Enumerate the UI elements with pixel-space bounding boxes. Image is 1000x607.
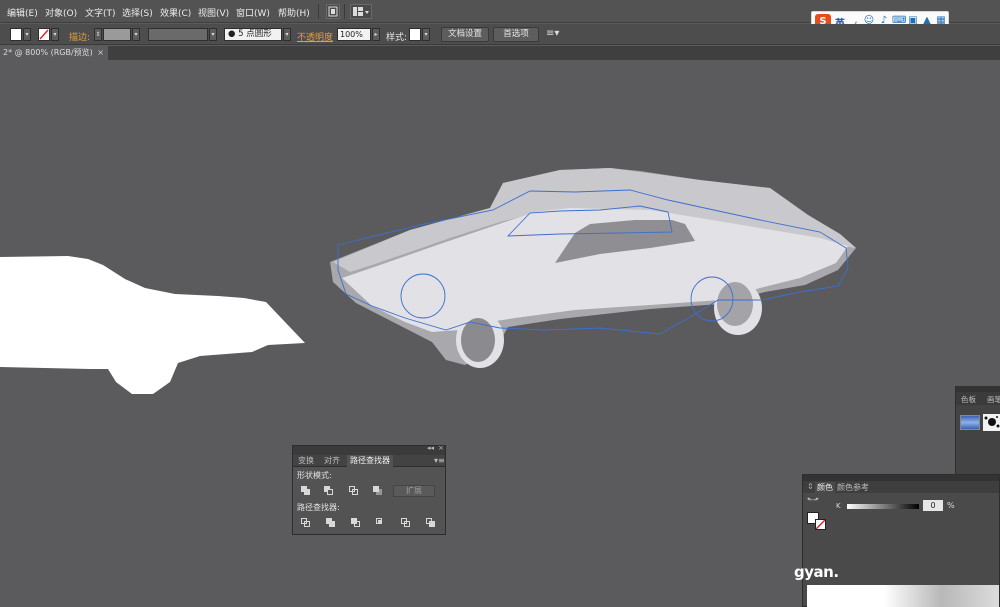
panel-header-strip: ◂◂ × bbox=[293, 444, 445, 455]
divide-icon[interactable] bbox=[301, 518, 311, 528]
k-value-field[interactable]: 0 bbox=[923, 500, 943, 511]
minus-back-icon[interactable] bbox=[426, 518, 436, 528]
stroke-color-box[interactable] bbox=[815, 519, 826, 530]
control-bar: ▾ ▾ 描边: ⇕ ▾ ▾ ● 5 点圆形 ▾ 不透明度 100% ▸ 样式: … bbox=[0, 24, 1000, 45]
merge-icon[interactable] bbox=[351, 518, 361, 528]
opacity-field[interactable]: 100% bbox=[337, 28, 371, 41]
fill-dropdown-icon[interactable]: ▾ bbox=[23, 28, 31, 41]
brush-dot-icon: ● bbox=[228, 29, 236, 39]
brush-definition-field[interactable]: ● 5 点圆形 bbox=[224, 28, 282, 41]
stroke-weight-field[interactable] bbox=[103, 28, 131, 41]
stroke-dropdown-icon[interactable]: ▾ bbox=[51, 28, 59, 41]
shape-modes-label: 形状模式: bbox=[297, 471, 332, 480]
collapse-panel-icon[interactable]: ◂◂ bbox=[427, 444, 434, 452]
crop-icon[interactable] bbox=[376, 518, 386, 528]
arrange-icon[interactable]: ≡▾ bbox=[546, 28, 559, 39]
menu-edit[interactable]: 编辑(E) bbox=[7, 6, 38, 19]
menu-effect[interactable]: 效果(C) bbox=[160, 6, 191, 19]
arrange-documents-icon[interactable] bbox=[350, 4, 372, 19]
tab-color-guide[interactable]: 颜色参考 bbox=[837, 482, 869, 493]
screen-mode-icon[interactable] bbox=[326, 4, 340, 19]
menu-separator bbox=[344, 4, 345, 19]
brush-label: 5 点圆形 bbox=[238, 29, 272, 39]
brush-splatter-swatch[interactable] bbox=[983, 414, 1000, 431]
outline-icon[interactable] bbox=[401, 518, 411, 528]
document-tab-title: 2* @ 800% (RGB/预览) bbox=[3, 48, 93, 57]
graphic-style-dropdown-icon[interactable]: ▾ bbox=[422, 28, 430, 41]
menu-separator bbox=[318, 4, 319, 19]
gradient-swatch[interactable] bbox=[960, 415, 980, 430]
panel-tabs: ⇕ 颜色 颜色参考 bbox=[803, 481, 999, 493]
stroke-weight-stepper[interactable]: ⇕ bbox=[94, 28, 102, 41]
trim-icon[interactable] bbox=[326, 518, 336, 528]
menu-type[interactable]: 文字(T) bbox=[85, 6, 116, 19]
color-panel: ⇕ 颜色 颜色参考 ⬑⬏ K 0 % bbox=[802, 474, 1000, 607]
menu-window[interactable]: 窗口(W) bbox=[236, 6, 270, 19]
tab-align[interactable]: 对齐 bbox=[321, 455, 343, 467]
tab-pathfinder[interactable]: 路径查找器 bbox=[347, 455, 393, 467]
menu-help[interactable]: 帮助(H) bbox=[278, 6, 310, 19]
panel-menu-icon[interactable]: ▾≡ bbox=[431, 455, 448, 467]
tab-brushes[interactable]: 画笔 bbox=[987, 394, 1000, 405]
white-car-shape bbox=[0, 256, 305, 394]
pathfinder-panel: ◂◂ × 变换 对齐 路径查找器 ▾≡ 形状模式: 扩展 路径查找器: bbox=[292, 444, 446, 535]
panel-grip-icon[interactable]: ⇕ bbox=[807, 482, 814, 491]
pathfinders-label: 路径查找器: bbox=[297, 503, 340, 512]
k-channel-label: K bbox=[836, 502, 841, 510]
variable-width-field[interactable] bbox=[148, 28, 208, 41]
style-label: 样式: bbox=[386, 33, 408, 43]
brush-dropdown-icon[interactable]: ▾ bbox=[283, 28, 291, 41]
swap-colors-icon[interactable]: ⬑⬏ bbox=[807, 496, 819, 504]
exclude-icon[interactable] bbox=[373, 486, 383, 496]
tab-swatches[interactable]: 色板 bbox=[961, 394, 976, 405]
unite-icon[interactable] bbox=[301, 486, 311, 496]
stroke-label[interactable]: 描边: bbox=[69, 30, 90, 43]
stroke-weight-dropdown-icon[interactable]: ▾ bbox=[132, 28, 140, 41]
menu-view[interactable]: 视图(V) bbox=[198, 6, 229, 19]
variable-width-dropdown-icon[interactable]: ▾ bbox=[209, 28, 217, 41]
menu-object[interactable]: 对象(O) bbox=[45, 6, 77, 19]
document-setup-button[interactable]: 文档设置 bbox=[441, 27, 489, 42]
preferences-button[interactable]: 首选项 bbox=[493, 27, 539, 42]
car-3d-shape bbox=[330, 168, 856, 368]
percent-label: % bbox=[947, 501, 955, 510]
document-tab-bar: 2* @ 800% (RGB/预览) × bbox=[0, 46, 1000, 60]
tab-transform[interactable]: 变换 bbox=[295, 455, 317, 467]
close-panel-icon[interactable]: × bbox=[438, 444, 444, 452]
menu-select[interactable]: 选择(S) bbox=[122, 6, 153, 19]
k-slider[interactable] bbox=[847, 504, 919, 509]
expand-button[interactable]: 扩展 bbox=[393, 485, 435, 497]
opacity-label[interactable]: 不透明度 bbox=[297, 30, 333, 43]
swatches-panel: 色板 画笔 bbox=[955, 386, 1000, 474]
panel-tabs: 变换 对齐 路径查找器 ▾≡ bbox=[293, 455, 445, 467]
document-tab[interactable]: 2* @ 800% (RGB/预览) × bbox=[0, 46, 108, 60]
watermark-text: gyan. bbox=[794, 563, 839, 581]
stroke-swatch[interactable] bbox=[38, 28, 50, 41]
panel-tabs: 色板 画笔 bbox=[956, 392, 1000, 405]
graphic-style-swatch[interactable] bbox=[409, 28, 421, 41]
color-spectrum[interactable] bbox=[807, 585, 999, 607]
minus-front-icon[interactable] bbox=[324, 486, 334, 496]
tab-color[interactable]: 颜色 bbox=[815, 482, 835, 493]
fill-swatch[interactable] bbox=[10, 28, 22, 41]
intersect-icon[interactable] bbox=[349, 486, 359, 496]
close-tab-icon[interactable]: × bbox=[97, 46, 104, 60]
opacity-dropdown-icon[interactable]: ▸ bbox=[372, 28, 380, 41]
